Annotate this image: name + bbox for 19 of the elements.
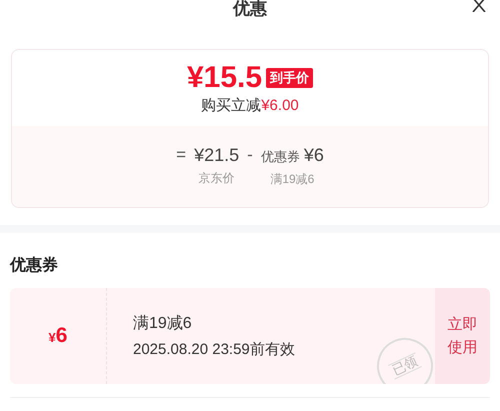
amount-value: ¥21.5 [194, 144, 240, 166]
amount-caption: 京东价 [198, 170, 235, 186]
saving-text: 购买立减¥6.00 [201, 96, 299, 116]
dialog-title: 优惠 [233, 0, 267, 18]
section-heading: 优惠券 [10, 256, 59, 276]
final-price: ¥15.5 [186, 62, 262, 94]
coupon-value: ¥6 [48, 323, 68, 350]
coupon-condition: 满19减6 [133, 314, 193, 334]
close-button[interactable] [470, 0, 488, 14]
use-now-button[interactable]: 立即使用 [435, 288, 490, 384]
price-tag: 到手价 [266, 68, 314, 88]
amount-caption: 满19减6 [270, 170, 314, 186]
operator-sign: - [247, 144, 253, 166]
amount-label: 优惠券 [260, 148, 300, 166]
close-icon [471, 0, 487, 12]
amount-value: ¥6 [304, 144, 324, 166]
stamp-text: 已领 [388, 352, 422, 380]
coupon-validity: 2025.08.20 23:59前有效 [133, 340, 296, 360]
operator-sign: = [176, 144, 186, 166]
